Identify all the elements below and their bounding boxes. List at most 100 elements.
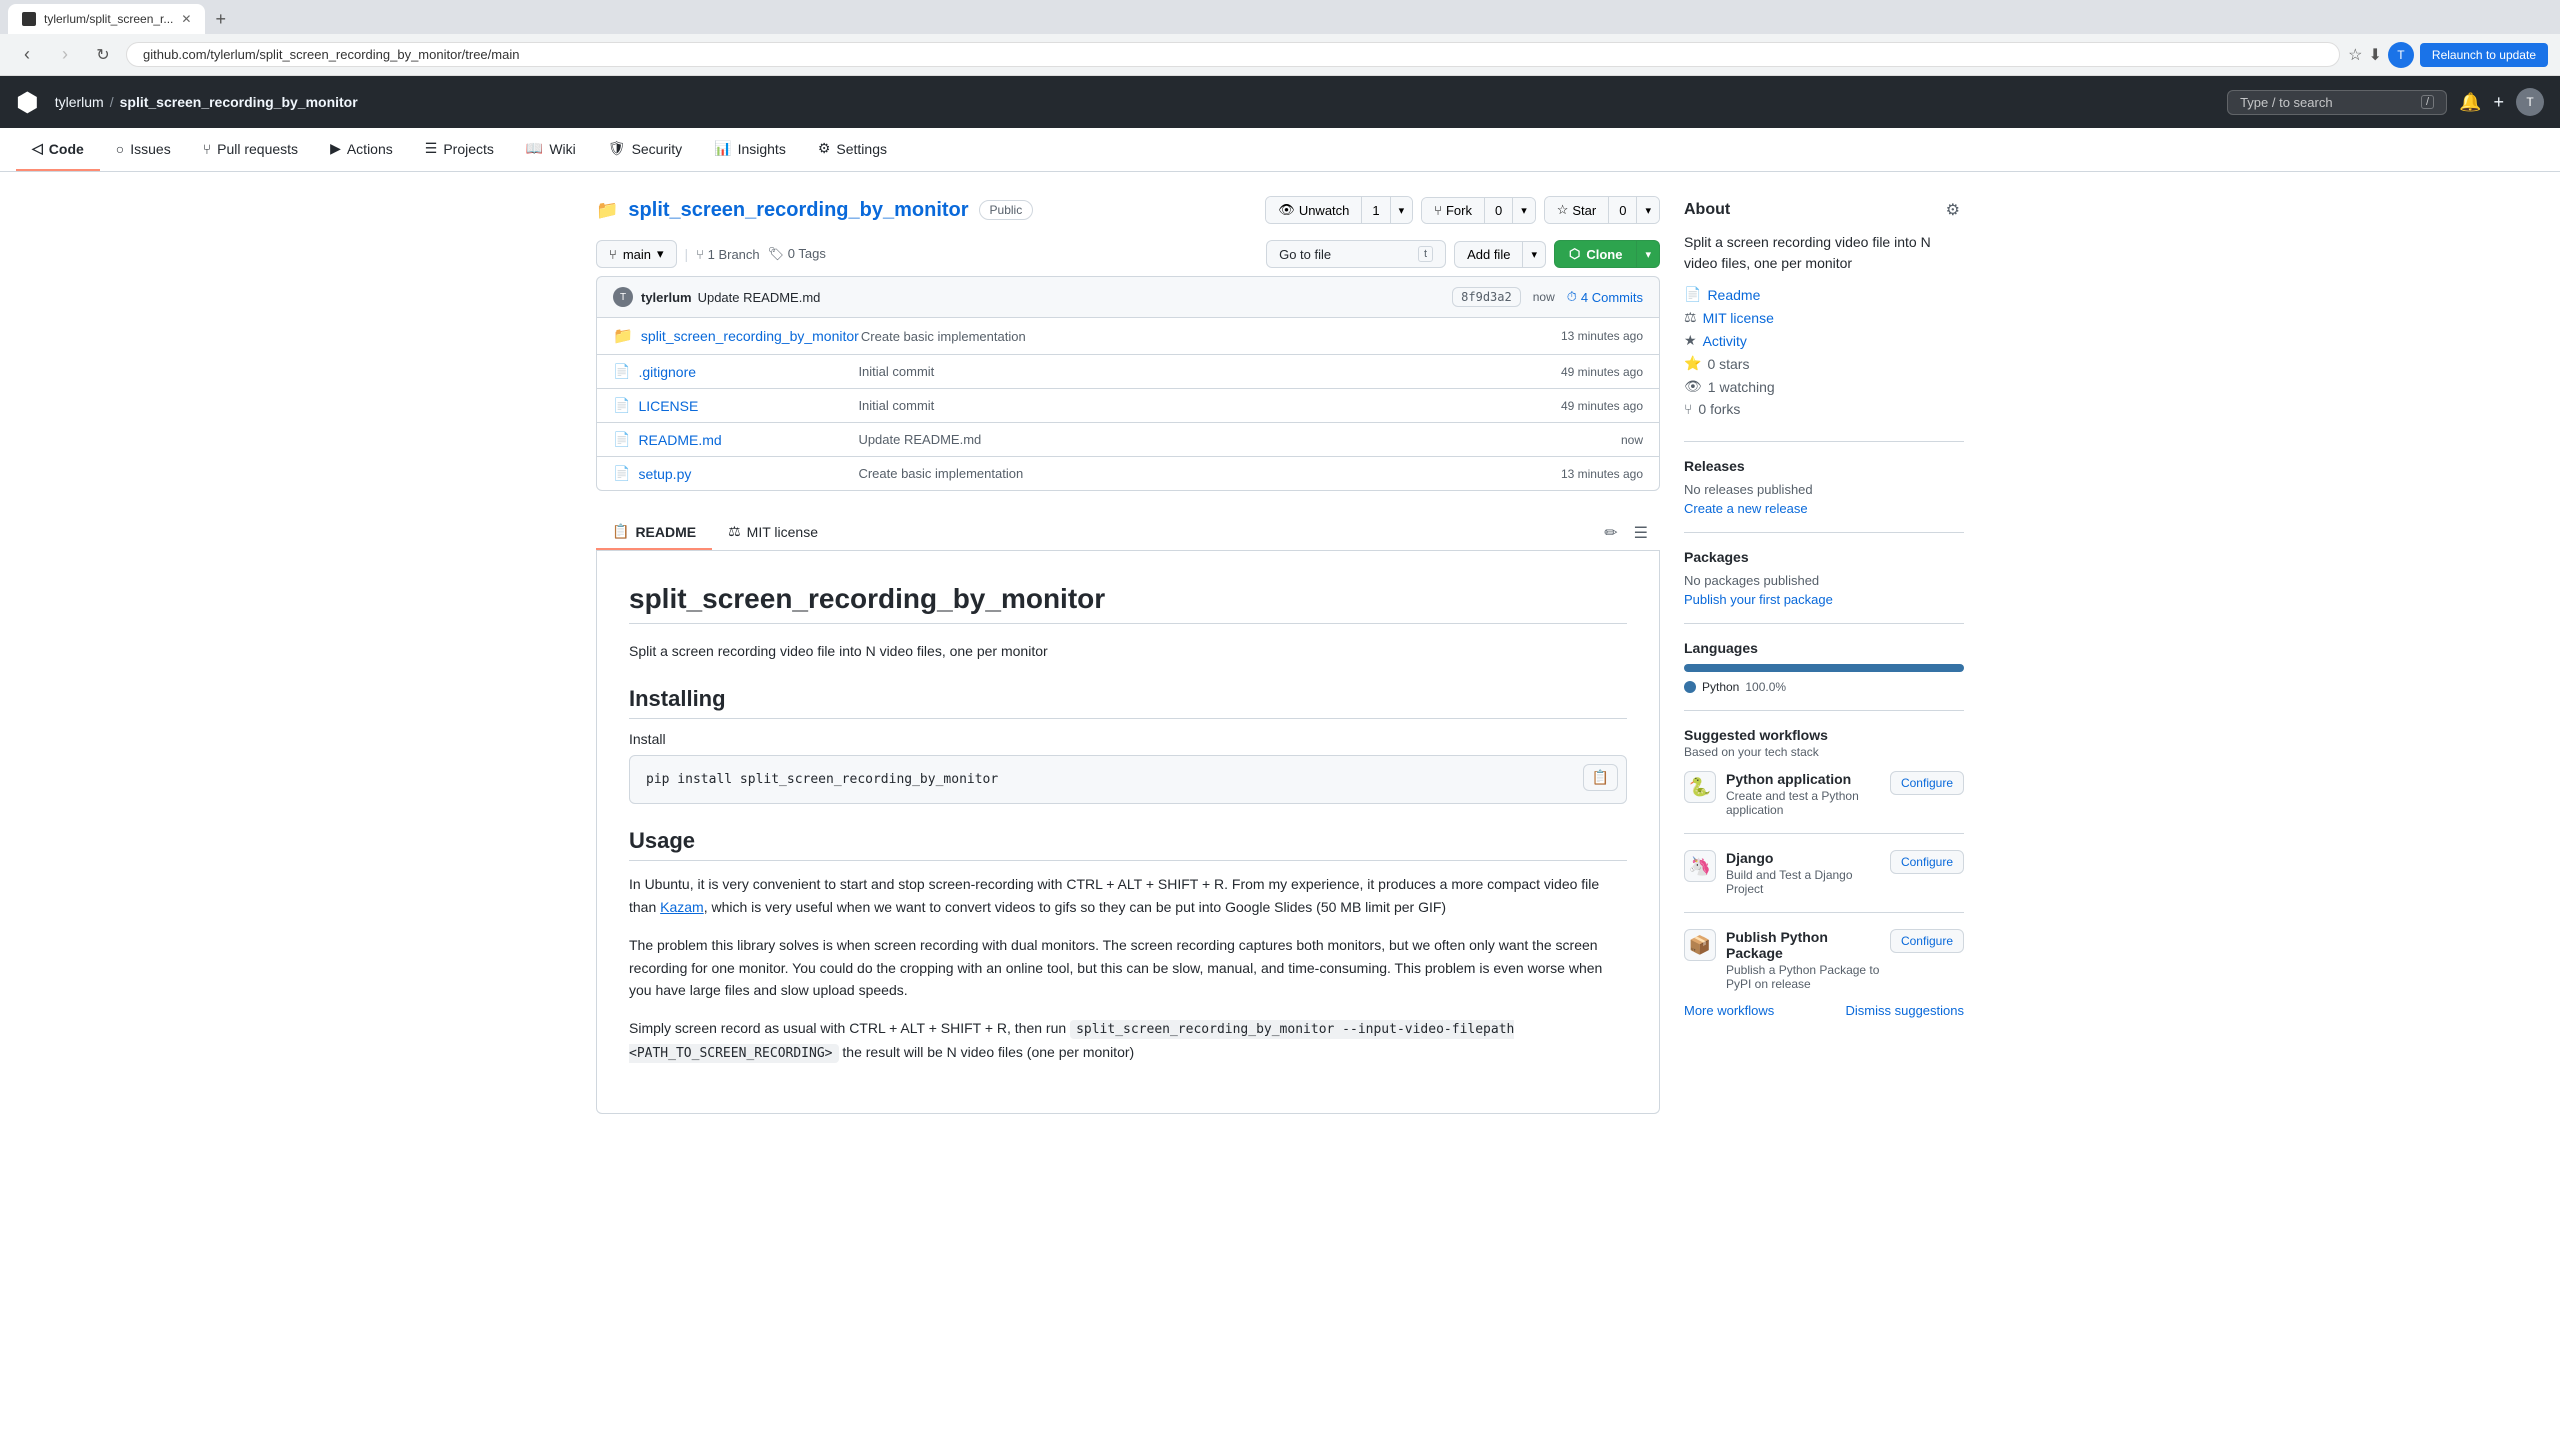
goto-file-button[interactable]: Go to file t: [1266, 240, 1446, 268]
pr-icon: ⑂: [203, 141, 211, 157]
about-description: Split a screen recording video file into…: [1684, 232, 1964, 274]
publish-workflow-name: Publish Python Package: [1726, 929, 1880, 961]
fork-button[interactable]: ⑂ Fork: [1422, 198, 1485, 223]
star-count-button[interactable]: 0: [1609, 197, 1636, 223]
nav-insights-label: Insights: [738, 141, 786, 157]
file-desc-readme: Update README.md: [858, 432, 1621, 447]
commit-time: now: [1533, 290, 1555, 304]
nav-settings-label: Settings: [836, 141, 887, 157]
branch-icon: ⑂: [609, 247, 617, 262]
about-settings-button[interactable]: ⚙: [1942, 196, 1964, 224]
nav-settings[interactable]: ⚙ Settings: [802, 128, 903, 171]
create-release-link[interactable]: Create a new release: [1684, 501, 1964, 516]
file-row-license: 📄 LICENSE Initial commit 49 minutes ago: [597, 389, 1659, 423]
license-link-icon: ⚖: [1684, 309, 1697, 326]
public-badge: Public: [979, 200, 1034, 220]
nav-wiki[interactable]: 📖 Wiki: [510, 128, 592, 171]
python-workflow-name: Python application: [1726, 771, 1880, 787]
file-name-folder[interactable]: split_screen_recording_by_monitor: [641, 328, 861, 344]
file-name-license[interactable]: LICENSE: [638, 398, 858, 414]
edit-readme-button[interactable]: ✏: [1600, 519, 1621, 547]
repo-link[interactable]: split_screen_recording_by_monitor: [120, 94, 358, 110]
commit-hash-button[interactable]: 8f9d3a2: [1452, 287, 1521, 307]
fork-label: Fork: [1446, 203, 1472, 218]
back-button[interactable]: ‹: [12, 40, 42, 70]
url-text: github.com/tylerlum/split_screen_recordi…: [143, 47, 519, 62]
nav-security[interactable]: 🛡 Security: [592, 128, 698, 171]
nav-insights[interactable]: 📊 Insights: [698, 128, 802, 171]
branch-selector[interactable]: ⑂ main ▾: [596, 240, 677, 268]
fork-caret-button[interactable]: ▾: [1512, 198, 1535, 223]
file-name-readme[interactable]: README.md: [638, 432, 858, 448]
python-lang-percent: 100.0%: [1745, 680, 1786, 694]
python-workflow-desc: Create and test a Python application: [1726, 789, 1880, 817]
django-workflow-desc: Build and Test a Django Project: [1726, 868, 1880, 896]
python-lang-item: Python 100.0%: [1684, 680, 1964, 694]
commits-count-link[interactable]: ⏱ 4 Commits: [1567, 289, 1643, 305]
forward-button[interactable]: ›: [50, 40, 80, 70]
branch-count[interactable]: ⑂ 1 Branch: [696, 247, 759, 262]
kazam-link[interactable]: Kazam: [660, 899, 704, 915]
user-avatar[interactable]: T: [2516, 88, 2544, 116]
clone-caret[interactable]: ▾: [1637, 240, 1660, 268]
readme-tab-license[interactable]: ⚖ MIT license: [712, 515, 834, 550]
address-bar-container[interactable]: github.com/tylerlum/split_screen_recordi…: [126, 42, 2340, 67]
about-activity-link[interactable]: ★ Activity: [1684, 332, 1964, 349]
copy-code-button[interactable]: 📋: [1583, 764, 1618, 791]
relaunch-button[interactable]: Relaunch to update: [2420, 43, 2548, 67]
watch-button[interactable]: 👁 Unwatch: [1266, 197, 1362, 223]
tab-close-icon[interactable]: ✕: [181, 12, 191, 26]
about-license-link[interactable]: ⚖ MIT license: [1684, 309, 1964, 326]
watch-caret-button[interactable]: ▾: [1390, 197, 1413, 223]
keyboard-shortcut: t: [1418, 246, 1433, 262]
watching-icon: 👁: [1684, 378, 1702, 395]
file-name-setup[interactable]: setup.py: [638, 466, 858, 482]
nav-issues[interactable]: ○ Issues: [100, 129, 187, 171]
list-readme-button[interactable]: ☰: [1630, 519, 1652, 547]
readme-installing-heading: Installing: [629, 686, 1627, 719]
readme-tab-readme[interactable]: 📋 README: [596, 515, 712, 550]
language-bar: [1684, 664, 1964, 672]
nav-code[interactable]: ◁ Code: [16, 128, 100, 171]
nav-actions[interactable]: ▶ Actions: [314, 128, 409, 171]
commit-author[interactable]: tylerlum: [641, 290, 692, 305]
global-search[interactable]: Type / to search /: [2227, 90, 2447, 115]
notifications-icon[interactable]: 🔔: [2459, 92, 2481, 113]
star-button[interactable]: ☆ Star: [1545, 197, 1610, 223]
star-caret-button[interactable]: ▾: [1636, 197, 1659, 223]
plus-icon[interactable]: +: [2493, 92, 2504, 113]
tag-count[interactable]: 🏷 0 Tags: [768, 246, 826, 262]
publish-package-link[interactable]: Publish your first package: [1684, 592, 1964, 607]
file-name-gitignore[interactable]: .gitignore: [638, 364, 858, 380]
django-configure-button[interactable]: Configure: [1890, 850, 1964, 874]
readme-tabs-container: 📋 README ⚖ MIT license ✏ ☰: [596, 515, 1660, 551]
fork-count-button[interactable]: 0: [1485, 198, 1512, 223]
new-tab-button[interactable]: +: [207, 7, 234, 32]
publish-configure-button[interactable]: Configure: [1890, 929, 1964, 953]
github-logo-icon[interactable]: ⬢: [16, 87, 39, 118]
add-file-button[interactable]: Add file: [1454, 241, 1523, 268]
more-workflows-link[interactable]: More workflows: [1684, 1003, 1774, 1018]
clone-button[interactable]: ⬡ Clone: [1554, 240, 1637, 268]
repo-name[interactable]: split_screen_recording_by_monitor: [628, 199, 968, 222]
nav-pull-requests[interactable]: ⑂ Pull requests: [187, 129, 314, 171]
file-time-setup: 13 minutes ago: [1561, 467, 1643, 481]
download-icon[interactable]: ⬇: [2369, 45, 2382, 65]
goto-file-label: Go to file: [1279, 247, 1331, 262]
nav-projects[interactable]: ☰ Projects: [409, 128, 510, 171]
dismiss-workflows-link[interactable]: Dismiss suggestions: [1846, 1003, 1965, 1018]
watch-count-button[interactable]: 1: [1362, 197, 1389, 223]
active-tab[interactable]: tylerlum/split_screen_r... ✕: [8, 4, 205, 34]
python-configure-button[interactable]: Configure: [1890, 771, 1964, 795]
clone-group: ⬡ Clone ▾: [1554, 240, 1660, 268]
reload-button[interactable]: ↻: [88, 40, 118, 70]
add-file-caret[interactable]: ▾: [1523, 241, 1546, 268]
profile-avatar[interactable]: T: [2388, 42, 2414, 68]
user-link[interactable]: tylerlum: [55, 94, 104, 110]
commit-message[interactable]: Update README.md: [698, 290, 821, 305]
bookmark-icon[interactable]: ☆: [2348, 45, 2362, 65]
about-readme-link[interactable]: 📄 Readme: [1684, 286, 1964, 303]
inline-code-command: split_screen_recording_by_monitor --inpu…: [629, 1020, 1514, 1063]
fork-group: ⑂ Fork 0 ▾: [1421, 197, 1536, 224]
file-icon-readme: 📄: [613, 431, 630, 448]
